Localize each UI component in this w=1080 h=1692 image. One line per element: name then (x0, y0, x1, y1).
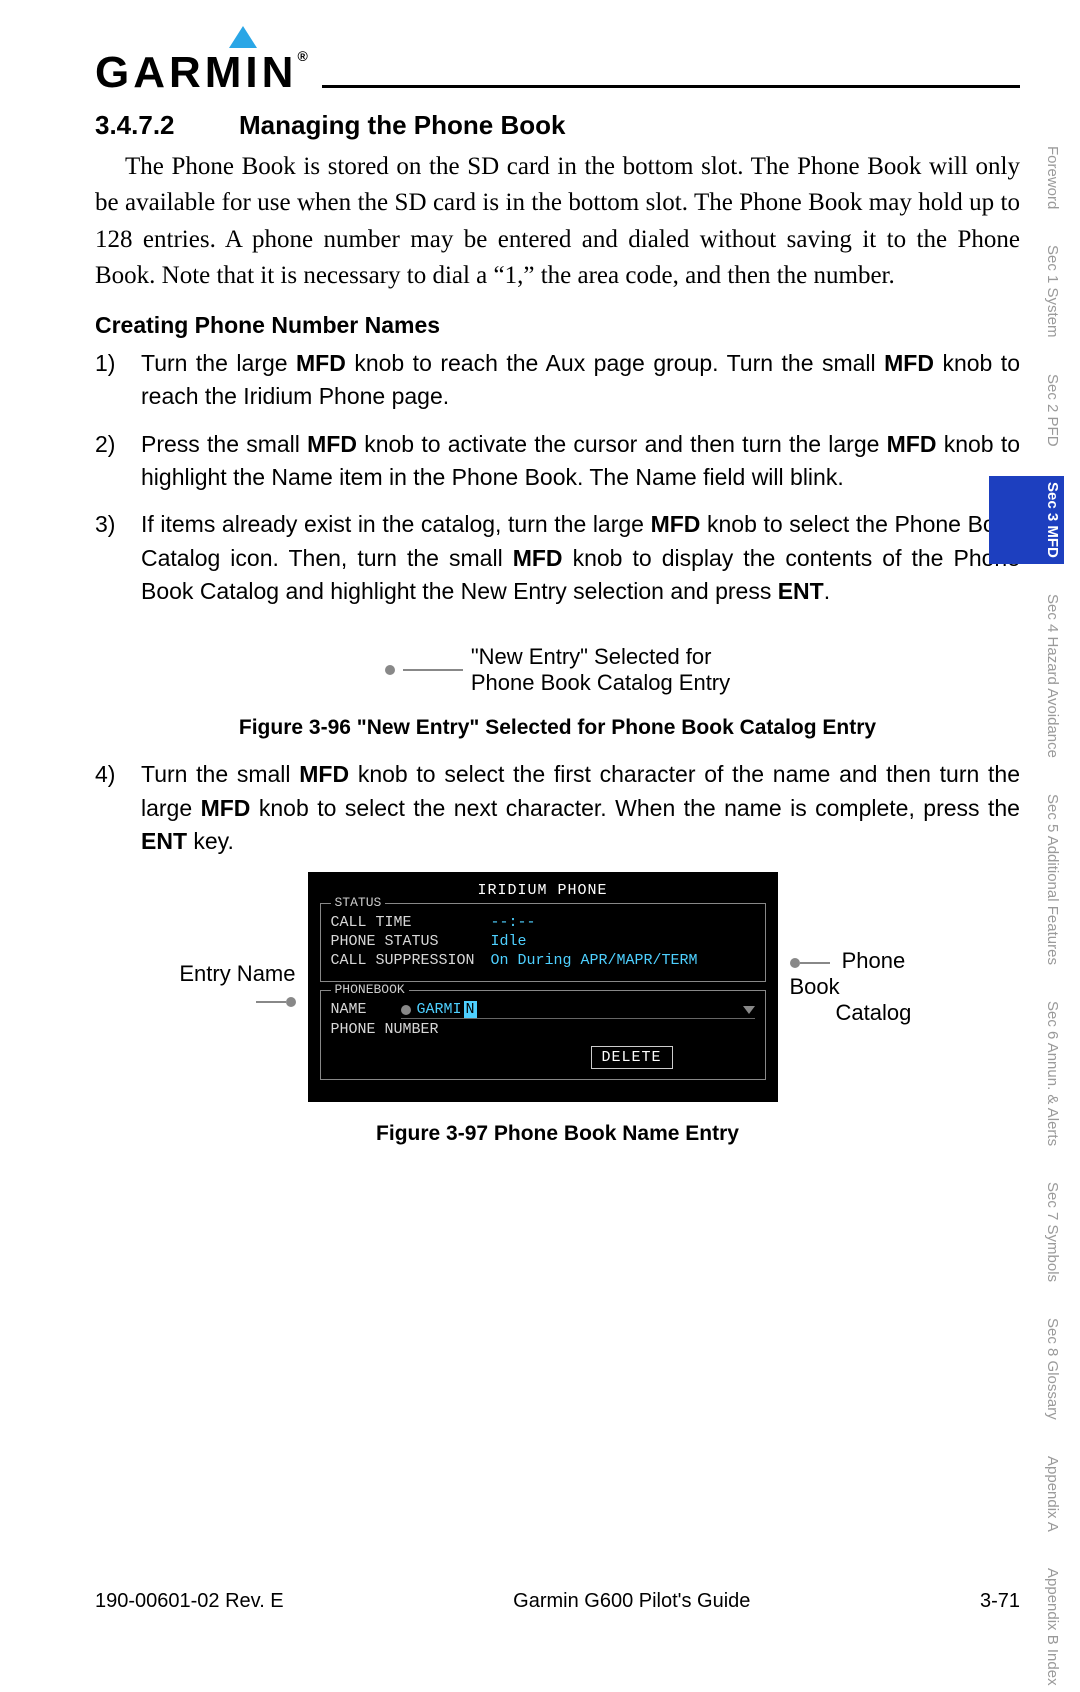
header-row: GARMIN® (95, 30, 1020, 98)
tab-appendix-b[interactable]: Appendix B Index (989, 1562, 1064, 1692)
logo-triangle-icon (229, 26, 257, 48)
phone-number-key: PHONE NUMBER (331, 1021, 491, 1038)
call-time-value: --:-- (491, 914, 536, 931)
section-number: 3.4.7.2 (95, 110, 235, 141)
status-box: STATUS CALL TIME--:-- PHONE STATUSIdle C… (320, 903, 766, 982)
section-title: Managing the Phone Book (239, 110, 565, 140)
steps-list-2: 4)Turn the small MFD knob to select the … (95, 758, 1020, 858)
step-2: 2)Press the small MFD knob to activate t… (95, 428, 1020, 495)
chevron-down-icon (743, 1006, 755, 1014)
entry-dot-icon (401, 1005, 411, 1015)
callout-line-icon (256, 1001, 286, 1003)
tab-sec5-features[interactable]: Sec 5 Additional Features (989, 788, 1064, 971)
figure-97-caption: Figure 3-97 Phone Book Name Entry (95, 1122, 1020, 1146)
header-rule (322, 85, 1020, 88)
phonebook-box: PHONEBOOK NAME GARMIN PHONE NUMBER DELET… (320, 990, 766, 1080)
phonebook-label: PHONEBOOK (331, 982, 409, 997)
subheading: Creating Phone Number Names (95, 312, 1020, 339)
phone-status-key: PHONE STATUS (331, 933, 491, 950)
device-title: IRIDIUM PHONE (320, 882, 766, 899)
tab-sec8-glossary[interactable]: Sec 8 Glossary (989, 1312, 1064, 1426)
cursor-char: N (464, 1001, 477, 1018)
footer-title: Garmin G600 Pilot's Guide (513, 1590, 750, 1613)
callout-line-icon (403, 669, 463, 671)
step-1: 1)Turn the large MFD knob to reach the A… (95, 347, 1020, 414)
side-tabs: Foreword Sec 1 System Sec 2 PFD Sec 3 MF… (989, 140, 1064, 1692)
figure-97-wrap: Entry Name IRIDIUM PHONE STATUS CALL TIM… (95, 872, 1020, 1102)
iridium-phone-screen: IRIDIUM PHONE STATUS CALL TIME--:-- PHON… (308, 872, 778, 1102)
step-3: 3)If items already exist in the catalog,… (95, 508, 1020, 608)
tab-foreword[interactable]: Foreword (989, 140, 1064, 215)
brand-text: GARMIN (95, 48, 297, 97)
phone-status-value: Idle (491, 933, 527, 950)
name-value: GARMIN (401, 1001, 755, 1019)
footer-doc-rev: 190-00601-02 Rev. E (95, 1590, 284, 1613)
tab-sec3-mfd[interactable]: Sec 3 MFD (989, 476, 1064, 564)
callout-entry-name: Entry Name (156, 961, 296, 1013)
callout-line-icon (800, 962, 830, 964)
page-footer: 190-00601-02 Rev. E Garmin G600 Pilot's … (95, 1590, 1020, 1613)
call-suppression-value: On During APR/MAPR/TERM (491, 952, 698, 969)
tab-sec6-annun[interactable]: Sec 6 Annun. & Alerts (989, 995, 1064, 1152)
section-heading: 3.4.7.2 Managing the Phone Book (95, 110, 1020, 141)
footer-page: 3-71 (980, 1590, 1020, 1613)
callout-new-entry: "New Entry" Selected for Phone Book Cata… (95, 644, 1020, 696)
garmin-logo: GARMIN® (95, 30, 312, 98)
callout-dot-icon (286, 997, 296, 1007)
figure-96-caption: Figure 3-96 "New Entry" Selected for Pho… (95, 716, 1020, 740)
delete-button: DELETE (591, 1046, 673, 1069)
tab-sec2-pfd[interactable]: Sec 2 PFD (989, 368, 1064, 453)
status-label: STATUS (331, 895, 386, 910)
call-suppression-key: CALL SUPPRESSION (331, 952, 491, 969)
callout-line2: Phone Book Catalog Entry (471, 670, 730, 696)
intro-paragraph: The Phone Book is stored on the SD card … (95, 149, 1020, 294)
steps-list: 1)Turn the large MFD knob to reach the A… (95, 347, 1020, 608)
name-key: NAME (331, 1001, 401, 1019)
callout-dot-icon (385, 665, 395, 675)
tab-sec1-system[interactable]: Sec 1 System (989, 239, 1064, 344)
tab-sec7-symbols[interactable]: Sec 7 Symbols (989, 1176, 1064, 1288)
callout-dot-icon (790, 958, 800, 968)
step-4: 4)Turn the small MFD knob to select the … (95, 758, 1020, 858)
tab-appendix-a[interactable]: Appendix A (989, 1450, 1064, 1538)
callout-line1: "New Entry" Selected for (471, 644, 730, 670)
tab-sec4-hazard[interactable]: Sec 4 Hazard Avoidance (989, 588, 1064, 764)
call-time-key: CALL TIME (331, 914, 491, 931)
registered-icon: ® (297, 48, 311, 64)
callout-phone-book-catalog: Phone Book Catalog (790, 948, 960, 1026)
